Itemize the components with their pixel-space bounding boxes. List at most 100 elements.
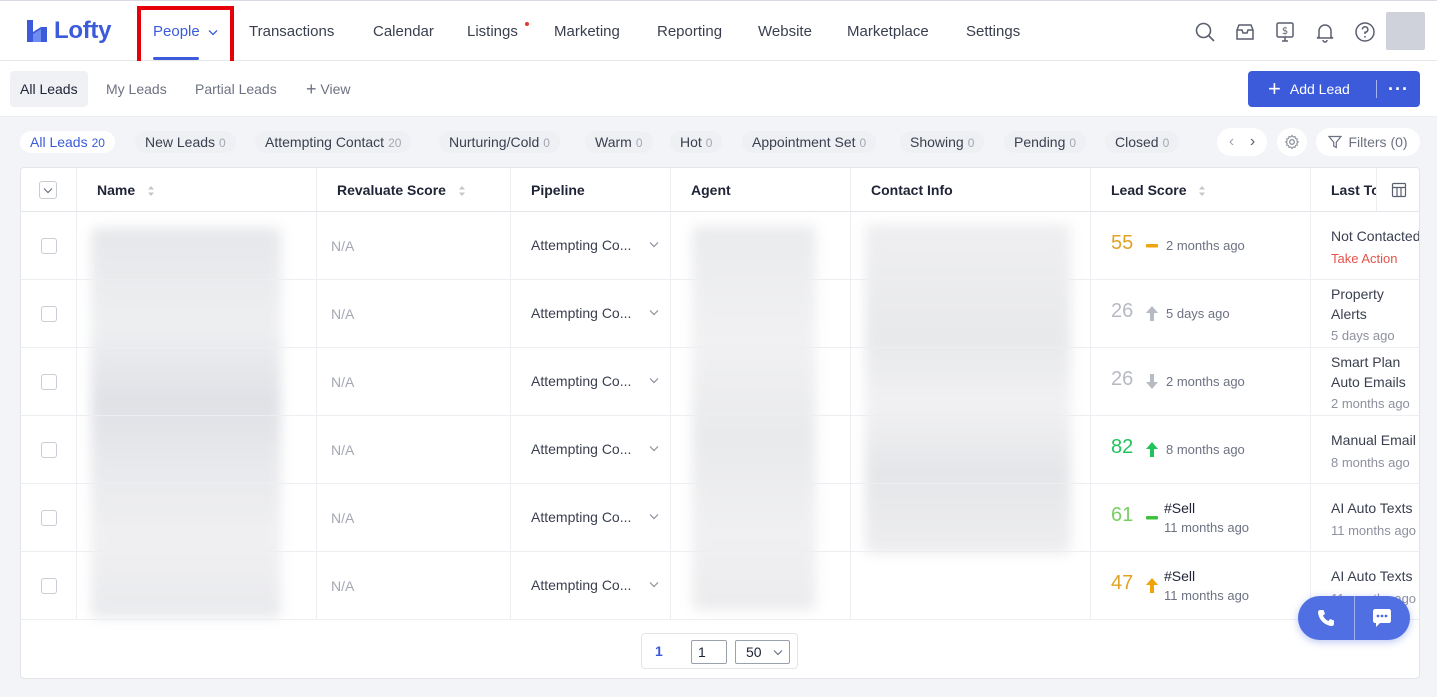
revaluate-cell: N/A bbox=[317, 280, 511, 348]
last-touch-cell: AI Auto Texts 11 months ago bbox=[1311, 484, 1419, 552]
bell-icon[interactable] bbox=[1314, 21, 1336, 43]
chip-showing[interactable]: Showing 0 bbox=[900, 131, 985, 153]
plus-icon: + bbox=[306, 79, 317, 99]
chat-button[interactable] bbox=[1354, 596, 1410, 640]
col-pipeline-label: Pipeline bbox=[531, 182, 585, 198]
columns-icon bbox=[1391, 182, 1406, 197]
tab-all-leads[interactable]: All Leads bbox=[10, 71, 88, 107]
chip-count: 0 bbox=[1162, 136, 1170, 150]
nav-marketing[interactable]: Marketing bbox=[554, 23, 620, 40]
chevron-left-icon[interactable]: ‹ bbox=[1229, 133, 1234, 151]
pipeline-cell[interactable]: Attempting Co... bbox=[511, 348, 671, 416]
trend-flat-icon bbox=[1146, 516, 1158, 520]
name-cell[interactable] bbox=[77, 552, 317, 620]
filters-button[interactable]: Filters (0) bbox=[1316, 128, 1420, 156]
name-cell[interactable] bbox=[77, 416, 317, 484]
chip-label: Nurturing/Cold bbox=[449, 134, 540, 150]
pipeline-cell[interactable]: Attempting Co... bbox=[511, 212, 671, 280]
chip-count: 0 bbox=[219, 136, 226, 150]
call-button[interactable] bbox=[1298, 596, 1354, 640]
logo[interactable]: Lofty bbox=[24, 17, 111, 45]
table-row[interactable]: N/A Attempting Co... 26 2 months ago Sma… bbox=[21, 348, 1419, 416]
nav-settings[interactable]: Settings bbox=[966, 23, 1020, 40]
chip-settings-button[interactable] bbox=[1277, 128, 1307, 156]
more-options-icon[interactable]: ··· bbox=[1377, 71, 1420, 107]
chevron-right-icon[interactable]: › bbox=[1250, 133, 1255, 151]
leads-table: Name Revaluate Score Pipeline Agent Cont… bbox=[20, 167, 1420, 679]
row-checkbox[interactable] bbox=[41, 306, 57, 322]
chip-attempting-contact[interactable]: Attempting Contact 20 bbox=[255, 131, 412, 153]
row-checkbox[interactable] bbox=[41, 578, 57, 594]
table-row[interactable]: N/A Attempting Co... 82 8 months ago Man… bbox=[21, 416, 1419, 484]
nav-marketplace[interactable]: Marketplace bbox=[847, 23, 929, 40]
billing-icon[interactable]: $ bbox=[1274, 21, 1296, 43]
select-all-checkbox[interactable] bbox=[39, 181, 57, 199]
search-icon[interactable] bbox=[1194, 21, 1216, 43]
page-jump-input[interactable]: 1 bbox=[691, 640, 727, 664]
chip-closed[interactable]: Closed 0 bbox=[1105, 131, 1180, 153]
contact-cell bbox=[851, 280, 1091, 348]
chip-new-leads[interactable]: New Leads 0 bbox=[135, 131, 236, 153]
tab-partial-leads[interactable]: Partial Leads bbox=[185, 71, 287, 107]
col-lead-score-header[interactable]: Lead Score bbox=[1091, 168, 1311, 212]
inbox-icon[interactable] bbox=[1234, 21, 1256, 43]
pipeline-cell[interactable]: Attempting Co... bbox=[511, 416, 671, 484]
nav-listings[interactable]: Listings bbox=[467, 23, 518, 40]
revaluate-cell: N/A bbox=[317, 552, 511, 620]
chip-hot[interactable]: Hot 0 bbox=[670, 131, 723, 153]
current-page[interactable]: 1 bbox=[655, 643, 663, 659]
row-checkbox[interactable] bbox=[41, 442, 57, 458]
nav-website[interactable]: Website bbox=[758, 23, 812, 40]
add-lead-button[interactable]: + Add Lead ··· bbox=[1248, 71, 1420, 107]
chip-pending[interactable]: Pending 0 bbox=[1004, 131, 1087, 153]
pipeline-value: Attempting Co... bbox=[531, 509, 632, 525]
tab-my-leads[interactable]: My Leads bbox=[96, 71, 177, 107]
row-checkbox[interactable] bbox=[41, 510, 57, 526]
sort-icon[interactable] bbox=[1198, 184, 1206, 198]
table-row[interactable]: N/A Attempting Co... 55 2 months ago Not… bbox=[21, 212, 1419, 280]
row-select-cell bbox=[21, 348, 77, 416]
page-size-select[interactable]: 50 bbox=[735, 640, 790, 664]
nav-transactions[interactable]: Transactions bbox=[249, 23, 334, 40]
name-cell[interactable] bbox=[77, 484, 317, 552]
column-settings-button[interactable] bbox=[1376, 168, 1419, 212]
nav-reporting[interactable]: Reporting bbox=[657, 23, 722, 40]
help-icon[interactable] bbox=[1354, 21, 1376, 43]
table-row[interactable]: N/A Attempting Co... 61 #Sell 11 months … bbox=[21, 484, 1419, 552]
avatar[interactable] bbox=[1386, 12, 1425, 50]
chip-all-leads[interactable]: All Leads 20 bbox=[20, 131, 115, 153]
add-lead-main[interactable]: + Add Lead bbox=[1248, 71, 1376, 107]
pipeline-cell[interactable]: Attempting Co... bbox=[511, 484, 671, 552]
chip-warm[interactable]: Warm 0 bbox=[585, 131, 653, 153]
sort-icon[interactable] bbox=[458, 184, 466, 198]
row-checkbox[interactable] bbox=[41, 238, 57, 254]
nav-calendar[interactable]: Calendar bbox=[373, 23, 434, 40]
add-view-button[interactable]: + View bbox=[296, 71, 361, 107]
col-name-header[interactable]: Name bbox=[77, 168, 317, 212]
take-action-link[interactable]: Take Action bbox=[1331, 251, 1398, 266]
last-touch-text: Manual Email bbox=[1331, 432, 1416, 448]
row-checkbox[interactable] bbox=[41, 374, 57, 390]
pipeline-cell[interactable]: Attempting Co... bbox=[511, 280, 671, 348]
pipeline-value: Attempting Co... bbox=[531, 305, 632, 321]
last-touch-cell: Smart Plan Auto Emails 2 months ago bbox=[1311, 348, 1419, 416]
name-cell[interactable] bbox=[77, 280, 317, 348]
table-row[interactable]: N/A Attempting Co... 47 #Sell 11 months … bbox=[21, 552, 1419, 620]
last-touch-cell: Manual Email 8 months ago bbox=[1311, 416, 1419, 484]
pipeline-cell[interactable]: Attempting Co... bbox=[511, 552, 671, 620]
sort-icon[interactable] bbox=[147, 184, 155, 198]
lead-score-value: 82 bbox=[1111, 436, 1134, 458]
table-row[interactable]: N/A Attempting Co... 26 5 days ago Prope… bbox=[21, 280, 1419, 348]
lead-score-cell: 26 2 months ago bbox=[1091, 348, 1311, 416]
phone-icon bbox=[1317, 610, 1334, 626]
arrow-up-icon bbox=[1146, 442, 1158, 457]
contact-cell bbox=[851, 484, 1091, 552]
name-cell[interactable] bbox=[77, 212, 317, 280]
chip-nurturing-cold[interactable]: Nurturing/Cold 0 bbox=[439, 131, 560, 153]
chip-scroll-arrows: ‹ › bbox=[1217, 128, 1267, 156]
name-cell[interactable] bbox=[77, 348, 317, 416]
col-revaluate-header[interactable]: Revaluate Score bbox=[317, 168, 511, 212]
chip-appointment-set[interactable]: Appointment Set 0 bbox=[742, 131, 877, 153]
pipeline-value: Attempting Co... bbox=[531, 237, 632, 253]
last-touch-text: Alerts bbox=[1331, 306, 1367, 322]
